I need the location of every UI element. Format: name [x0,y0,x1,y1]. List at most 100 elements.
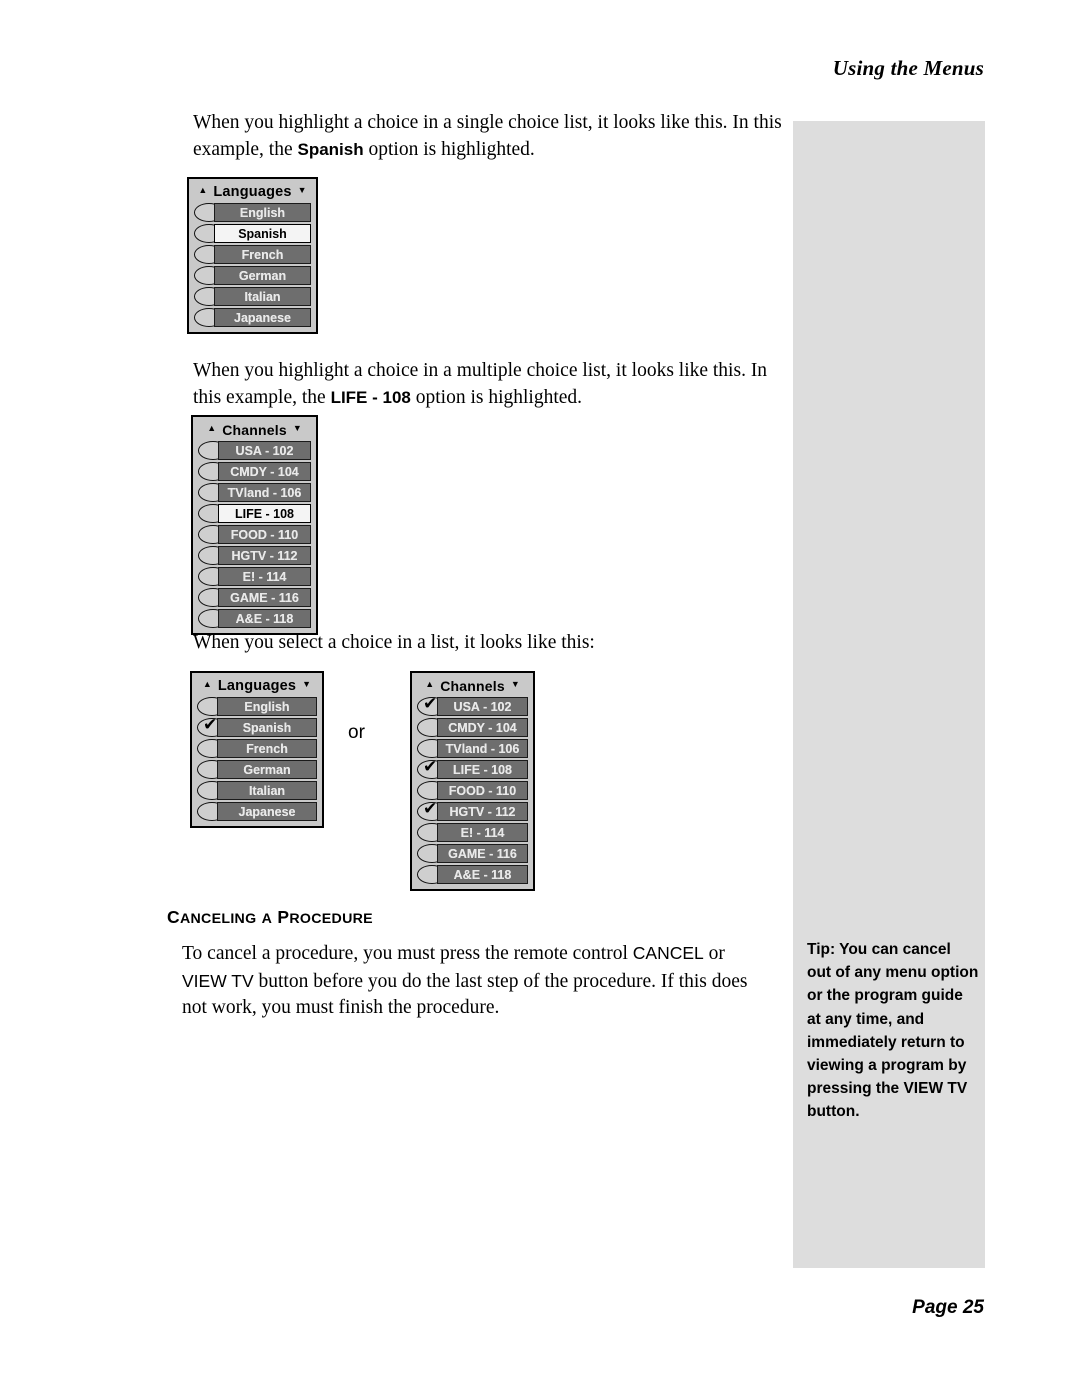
list-item-label[interactable]: TVland - 106 [437,739,528,758]
scroll-down-icon[interactable]: ▼ [511,680,520,689]
list-item-label[interactable]: LIFE - 108 [437,760,528,779]
list-item[interactable]: ✔ LIFE - 108 [417,758,528,779]
section-heading-anceling: ANCELING [179,911,257,927]
listbox-title: Channels [222,421,287,438]
list-item[interactable]: French [197,739,317,758]
list-item[interactable]: A&E - 118 [417,865,528,884]
inline-term-view-tv: VIEW TV [182,970,254,991]
list-item[interactable]: English [194,203,311,222]
list-item-label[interactable]: CMDY - 104 [218,462,311,481]
list-item-label[interactable]: GAME - 116 [437,844,528,863]
listbox-channels-highlighted[interactable]: ▲ Channels ▼ USA - 102 CMDY - 104 TVland -… [191,415,318,635]
list-item[interactable]: E! - 114 [198,567,311,586]
list-item[interactable]: LIFE - 108 [198,504,311,523]
list-item[interactable]: USA - 102 [198,441,311,460]
list-item[interactable]: English [197,697,317,716]
scroll-up-icon[interactable]: ▲ [203,680,212,689]
list-item-label[interactable]: Spanish [214,224,311,243]
section-heading-p: P [277,907,290,927]
list-item[interactable]: Italian [197,781,317,800]
paragraph-cancel-part1: To cancel a procedure, you must press th… [182,943,633,964]
listbox-rows: English ✔ Spanish French German Italian Japane… [197,697,317,821]
section-heading-a: A [261,911,273,927]
scroll-down-icon[interactable]: ▼ [302,680,311,689]
list-item[interactable]: ✔ USA - 102 [417,694,528,716]
list-item[interactable]: FOOD - 110 [417,781,528,800]
list-item-label[interactable]: German [214,266,311,285]
paragraph-select-choice: When you select a choice in a list, it l… [193,632,595,653]
list-item[interactable]: Japanese [194,308,311,327]
list-item-label[interactable]: A&E - 118 [218,609,311,628]
listbox-channels-selected[interactable]: ▲ Channels ▼ ✔ USA - 102 CMDY - 104 TVland … [410,671,535,891]
list-item[interactable]: Japanese [197,802,317,821]
list-item-label[interactable]: CMDY - 104 [437,718,528,737]
list-item-label[interactable]: A&E - 118 [437,865,528,884]
checkmark-icon: ✔ [423,694,438,714]
list-item-label[interactable]: English [217,697,317,716]
list-item-label[interactable]: Italian [217,781,317,800]
list-item[interactable]: E! - 114 [417,823,528,842]
list-item[interactable]: TVland - 106 [198,483,311,502]
listbox-title: Channels [440,677,505,694]
list-item[interactable]: GAME - 116 [417,844,528,863]
paragraph-cancel-instructions: To cancel a procedure, you must press th… [182,940,772,1022]
list-item-label[interactable]: E! - 114 [218,567,311,586]
list-item[interactable]: Spanish [194,224,311,243]
list-item-label[interactable]: FOOD - 110 [437,781,528,800]
list-item[interactable]: FOOD - 110 [198,525,311,544]
list-item-label[interactable]: E! - 114 [437,823,528,842]
list-item-label[interactable]: French [214,245,311,264]
list-item[interactable]: Italian [194,287,311,306]
list-item-label[interactable]: HGTV - 112 [437,802,528,821]
list-item-label[interactable]: USA - 102 [218,441,311,460]
list-item-label[interactable]: Italian [214,287,311,306]
list-item[interactable]: CMDY - 104 [198,462,311,481]
list-item-label[interactable]: Spanish [217,718,317,737]
paragraph-single-choice-part3: option is highlighted. [363,138,535,160]
listbox-rows: ✔ USA - 102 CMDY - 104 TVland - 106 ✔ LIFE - … [417,694,528,884]
paragraph-single-choice: When you highlight a choice in a single … [193,110,785,163]
list-item[interactable]: ✔ HGTV - 112 [417,799,528,821]
list-item-label[interactable]: GAME - 116 [218,588,311,607]
tip-text: Tip: You can cancel out of any menu opti… [807,941,979,1121]
list-item[interactable]: TVland - 106 [417,739,528,758]
listbox-languages-selected[interactable]: ▲ Languages ▼ English ✔ Spanish French Germa… [190,671,324,828]
listbox-rows: USA - 102 CMDY - 104 TVland - 106 LIFE - 10… [198,441,311,628]
list-item[interactable]: ✔ Spanish [197,716,317,737]
section-heading-rocedure: ROCEDURE [289,911,373,927]
list-item[interactable]: A&E - 118 [198,609,311,628]
list-item-label[interactable]: German [217,760,317,779]
list-item-label[interactable]: French [217,739,317,758]
inline-term-cancel: CANCEL [632,943,704,963]
list-item[interactable]: GAME - 116 [198,588,311,607]
list-item[interactable]: German [194,266,311,285]
scroll-down-icon[interactable]: ▼ [298,186,307,195]
scroll-up-icon[interactable]: ▲ [425,680,434,689]
checkmark-icon: ✔ [423,799,438,819]
list-item[interactable]: CMDY - 104 [417,718,528,737]
list-item-label[interactable]: English [214,203,311,222]
list-item[interactable]: HGTV - 112 [198,546,311,565]
list-item[interactable]: German [197,760,317,779]
listbox-languages-highlighted[interactable]: ▲ Languages ▼ English Spanish French German… [187,177,318,334]
scroll-down-icon[interactable]: ▼ [293,424,302,433]
list-item-label[interactable]: USA - 102 [437,697,528,716]
list-item-label[interactable]: TVland - 106 [218,483,311,502]
paragraph-multiple-choice-part3: option is highlighted. [410,386,583,408]
listbox-header: ▲ Languages ▼ [197,676,317,695]
list-item[interactable]: French [194,245,311,264]
list-item-label[interactable]: FOOD - 110 [218,525,311,544]
listbox-title: Languages [213,183,292,200]
section-heading-c: C [167,907,180,927]
paragraph-cancel-part5: button before you do the last step of th… [182,970,748,1019]
scroll-up-icon[interactable]: ▲ [198,186,207,195]
list-item-label[interactable]: LIFE - 108 [218,504,311,523]
or-connector-label: or [348,722,365,743]
scroll-up-icon[interactable]: ▲ [207,424,216,433]
list-item-label[interactable]: Japanese [214,308,311,327]
inline-term-spanish: Spanish [297,139,364,159]
list-item-label[interactable]: Japanese [217,802,317,821]
paragraph-cancel-part3: or [703,943,725,964]
listbox-header: ▲ Channels ▼ [198,420,311,439]
list-item-label[interactable]: HGTV - 112 [218,546,311,565]
